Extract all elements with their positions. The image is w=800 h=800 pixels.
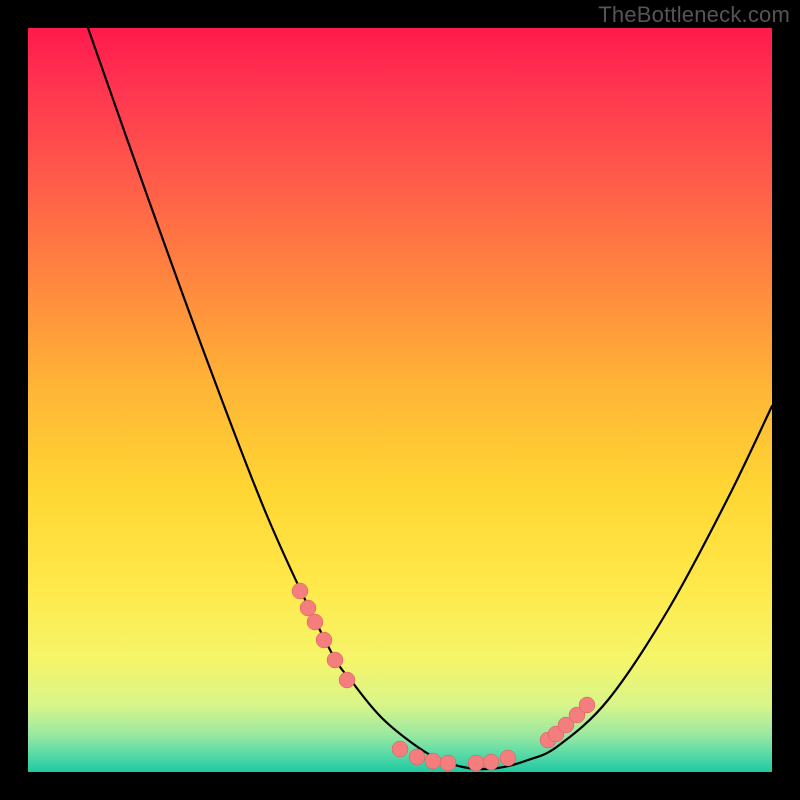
data-bead [316, 632, 332, 648]
bottleneck-curve [28, 28, 772, 772]
data-bead [392, 741, 408, 757]
data-bead [468, 755, 484, 771]
data-bead [307, 614, 323, 630]
data-bead [425, 753, 441, 769]
data-bead [500, 750, 516, 766]
data-bead [483, 754, 499, 770]
data-bead [339, 672, 355, 688]
data-bead [292, 583, 308, 599]
data-bead [300, 600, 316, 616]
data-bead [409, 749, 425, 765]
watermark-label: TheBottleneck.com [598, 2, 790, 28]
plot-area [28, 28, 772, 772]
data-beads [292, 583, 595, 771]
data-bead [327, 652, 343, 668]
data-bead [440, 755, 456, 771]
data-bead [579, 697, 595, 713]
chart-frame: TheBottleneck.com [0, 0, 800, 800]
